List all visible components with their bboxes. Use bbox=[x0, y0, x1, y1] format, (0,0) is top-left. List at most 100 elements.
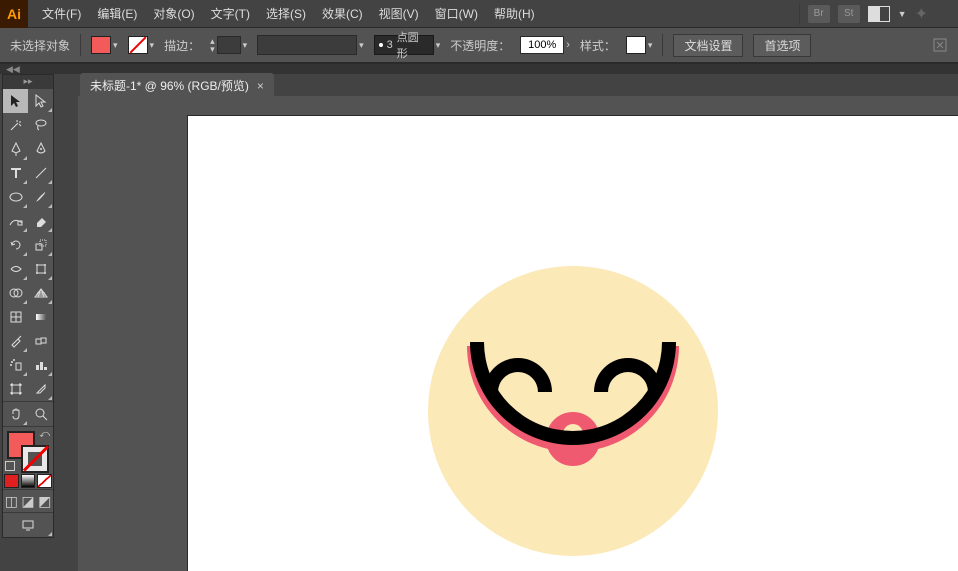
slice-tool[interactable] bbox=[28, 377, 53, 401]
menu-bar: Ai 文件(F) 编辑(E) 对象(O) 文字(T) 选择(S) 效果(C) 视… bbox=[0, 0, 958, 28]
menu-file[interactable]: 文件(F) bbox=[34, 0, 89, 28]
swap-fill-stroke-icon[interactable]: ⤺ bbox=[39, 429, 50, 440]
style-swatch[interactable] bbox=[626, 36, 646, 54]
face-artwork[interactable] bbox=[428, 266, 718, 556]
draw-inside-icon[interactable]: ◩ bbox=[36, 490, 53, 512]
color-mode-solid[interactable] bbox=[4, 474, 19, 488]
zoom-tool[interactable] bbox=[28, 402, 53, 426]
draw-mode-row: ◫ ◪ ◩ bbox=[3, 490, 53, 512]
lasso-tool[interactable] bbox=[28, 113, 53, 137]
arrange-documents-icon[interactable] bbox=[868, 6, 890, 22]
variable-width-control[interactable]: ▾ bbox=[257, 35, 364, 55]
stroke-color-box[interactable] bbox=[21, 445, 49, 473]
fill-stroke-control[interactable]: ⤺ bbox=[3, 427, 53, 473]
brush-dot-icon bbox=[379, 43, 383, 47]
separator bbox=[799, 3, 800, 25]
opacity-input[interactable]: 100% bbox=[520, 36, 564, 54]
pen-tool[interactable] bbox=[3, 137, 28, 161]
close-tab-icon[interactable]: × bbox=[257, 79, 264, 93]
direct-selection-tool[interactable] bbox=[28, 89, 53, 113]
selection-status: 未选择对象 bbox=[10, 37, 70, 54]
shape-builder-tool[interactable] bbox=[3, 281, 28, 305]
document-setup-button[interactable]: 文档设置 bbox=[673, 34, 743, 57]
chevron-down-icon[interactable]: ▼ bbox=[898, 9, 907, 19]
symbol-sprayer-tool[interactable] bbox=[3, 353, 28, 377]
document-tab-row: 未标题-1* @ 96% (RGB/预览) × bbox=[0, 74, 958, 98]
color-mode-gradient[interactable] bbox=[21, 474, 36, 488]
draw-behind-icon[interactable]: ◪ bbox=[20, 490, 37, 512]
color-mode-row bbox=[3, 473, 53, 489]
bridge-icon[interactable]: Br bbox=[808, 5, 830, 23]
selection-tool[interactable] bbox=[3, 89, 28, 113]
magic-wand-tool[interactable] bbox=[3, 113, 28, 137]
type-tool[interactable] bbox=[3, 161, 28, 185]
document-tab-title: 未标题-1* @ 96% (RGB/预览) bbox=[90, 77, 249, 94]
brush-control[interactable]: 3 点圆形 ▾ bbox=[374, 35, 441, 55]
separator bbox=[662, 34, 663, 56]
brush-size: 3 bbox=[387, 39, 393, 51]
tool-panel: ▸▸ ⤺ bbox=[2, 74, 54, 538]
hand-tool[interactable] bbox=[3, 402, 28, 426]
panel-collapse-icon[interactable]: ▸▸ bbox=[3, 75, 53, 89]
fill-color-control[interactable]: ▾ bbox=[91, 36, 118, 54]
shaper-tool[interactable] bbox=[3, 209, 28, 233]
stroke-swatch-none[interactable] bbox=[128, 36, 148, 54]
sync-icon[interactable]: ✦ bbox=[915, 4, 928, 24]
gradient-tool[interactable] bbox=[28, 305, 53, 329]
brush-preview[interactable]: 3 点圆形 bbox=[374, 35, 434, 55]
curvature-tool[interactable] bbox=[28, 137, 53, 161]
menu-edit[interactable]: 编辑(E) bbox=[89, 0, 145, 28]
artboard[interactable] bbox=[188, 116, 958, 571]
ellipse-tool[interactable] bbox=[3, 185, 28, 209]
canvas-area[interactable] bbox=[78, 96, 958, 571]
opacity-control[interactable]: 100% › bbox=[520, 36, 570, 54]
blend-tool[interactable] bbox=[28, 329, 53, 353]
chevron-down-icon[interactable]: ▾ bbox=[113, 40, 118, 51]
opacity-label: 不透明度： bbox=[450, 37, 510, 54]
chevron-down-icon[interactable]: ▾ bbox=[648, 40, 653, 51]
eraser-tool[interactable] bbox=[28, 209, 53, 233]
menu-window[interactable]: 窗口(W) bbox=[427, 0, 486, 28]
app-logo: Ai bbox=[0, 0, 28, 28]
menu-type[interactable]: 文字(T) bbox=[203, 0, 258, 28]
draw-normal-icon[interactable]: ◫ bbox=[3, 490, 20, 512]
chevron-down-icon[interactable]: ▾ bbox=[436, 40, 441, 51]
style-control[interactable]: ▾ bbox=[626, 36, 653, 54]
column-graph-tool[interactable] bbox=[28, 353, 53, 377]
width-tool[interactable] bbox=[3, 257, 28, 281]
isolate-mode-icon[interactable] bbox=[932, 37, 948, 53]
paintbrush-tool[interactable] bbox=[28, 185, 53, 209]
mesh-tool[interactable] bbox=[3, 305, 28, 329]
preferences-button[interactable]: 首选项 bbox=[753, 34, 811, 57]
menu-effect[interactable]: 效果(C) bbox=[314, 0, 371, 28]
stroke-weight-input[interactable] bbox=[217, 36, 241, 54]
free-transform-tool[interactable] bbox=[28, 257, 53, 281]
stroke-weight-control[interactable]: ▴▾ ▾ bbox=[210, 36, 247, 54]
menu-view[interactable]: 视图(V) bbox=[371, 0, 427, 28]
menu-object[interactable]: 对象(O) bbox=[145, 0, 202, 28]
color-mode-none[interactable] bbox=[37, 474, 52, 488]
screen-mode-button[interactable] bbox=[3, 513, 53, 537]
stroke-color-control[interactable]: ▾ bbox=[128, 36, 155, 54]
chevron-down-icon[interactable]: ▾ bbox=[150, 40, 155, 51]
chevron-right-icon[interactable]: › bbox=[566, 39, 570, 51]
menu-select[interactable]: 选择(S) bbox=[258, 0, 314, 28]
document-tab[interactable]: 未标题-1* @ 96% (RGB/预览) × bbox=[80, 73, 274, 98]
menu-right: Br St ▼ ✦ bbox=[799, 3, 958, 25]
menu-items: 文件(F) 编辑(E) 对象(O) 文字(T) 选择(S) 效果(C) 视图(V… bbox=[34, 0, 543, 28]
scale-tool[interactable] bbox=[28, 233, 53, 257]
fill-swatch[interactable] bbox=[91, 36, 111, 54]
default-fill-stroke-icon[interactable] bbox=[5, 461, 15, 471]
menu-help[interactable]: 帮助(H) bbox=[486, 0, 543, 28]
stock-icon[interactable]: St bbox=[838, 5, 860, 23]
variable-width-profile[interactable] bbox=[257, 35, 357, 55]
separator bbox=[80, 34, 81, 56]
line-segment-tool[interactable] bbox=[28, 161, 53, 185]
chevron-down-icon[interactable]: ▾ bbox=[243, 40, 248, 51]
artboard-tool[interactable] bbox=[3, 377, 28, 401]
perspective-grid-tool[interactable] bbox=[28, 281, 53, 305]
eyedropper-tool[interactable] bbox=[3, 329, 28, 353]
rotate-tool[interactable] bbox=[3, 233, 28, 257]
style-label: 样式： bbox=[580, 37, 616, 54]
chevron-down-icon[interactable]: ▾ bbox=[359, 40, 364, 51]
